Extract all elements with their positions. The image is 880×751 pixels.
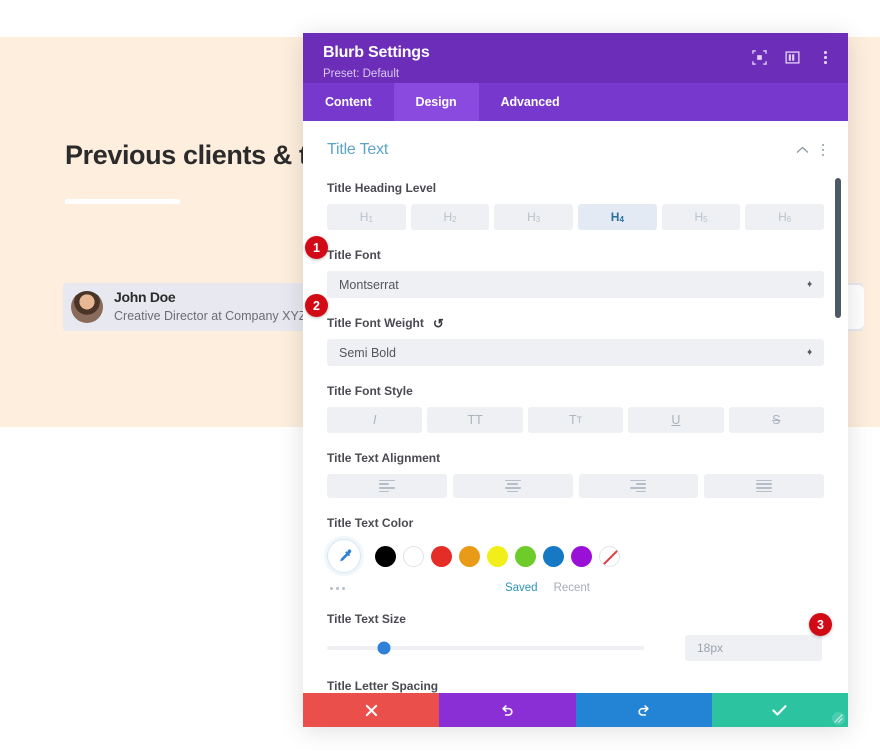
swatch-orange[interactable] xyxy=(459,545,480,567)
heading-level-h4[interactable]: H4 xyxy=(578,204,657,230)
heading-level-h6[interactable]: H6 xyxy=(745,204,825,230)
heading-level-h5[interactable]: H5 xyxy=(661,204,741,230)
callout-badge-2: 2 xyxy=(305,294,328,317)
page-title: Previous clients & the xyxy=(65,140,339,170)
title-text-size-row: 18px xyxy=(327,635,824,661)
heading-level-group: H1 H2 H3 H4 H5 H6 xyxy=(327,204,825,230)
kebab-menu-icon[interactable] xyxy=(817,49,834,66)
reset-icon[interactable]: ↺ xyxy=(433,317,444,330)
blurb-role: Creative Director at Company XYZ xyxy=(114,309,307,323)
title-text-size-slider[interactable] xyxy=(327,641,644,655)
color-swatch-row xyxy=(327,539,824,573)
cancel-button[interactable] xyxy=(303,693,440,727)
title-font-weight-select[interactable]: Semi Bold xyxy=(327,339,824,366)
title-text-alignment-label: Title Text Alignment xyxy=(327,451,441,465)
align-left-icon[interactable] xyxy=(327,474,447,498)
swatch-yellow[interactable] xyxy=(487,545,508,567)
select-arrows-icon: ▲ ▼ xyxy=(806,279,813,289)
tab-design[interactable]: Design xyxy=(393,83,479,121)
swatch-blue[interactable] xyxy=(543,545,564,567)
modal-title: Blurb Settings xyxy=(323,44,430,61)
swatch-transparent[interactable] xyxy=(599,545,620,567)
header-actions xyxy=(751,49,834,66)
palette-tab-saved[interactable]: Saved xyxy=(505,582,538,594)
screen: Previous clients & the John Doe Creative… xyxy=(0,0,880,751)
save-button[interactable] xyxy=(711,693,848,727)
tab-content[interactable]: Content xyxy=(303,83,394,121)
redo-button[interactable] xyxy=(575,693,712,727)
section-kebab-menu-icon[interactable] xyxy=(821,143,824,157)
modal-scrollbar[interactable] xyxy=(835,178,841,318)
swatch-green[interactable] xyxy=(515,545,536,567)
heading-level-h3[interactable]: H3 xyxy=(494,204,574,230)
section-header: Title Text xyxy=(327,121,824,163)
heading-level-h1[interactable]: H1 xyxy=(327,204,406,230)
swatch-black[interactable] xyxy=(375,545,396,567)
modal-tabs: Content Design Advanced xyxy=(303,83,848,121)
fullscreen-icon[interactable] xyxy=(751,49,768,66)
callout-badge-3: 3 xyxy=(809,613,832,636)
title-text-size-value[interactable]: 18px xyxy=(685,635,822,661)
title-font-select[interactable]: Montserrat xyxy=(327,271,824,298)
palette-tab-recent[interactable]: Recent xyxy=(554,582,590,594)
swatch-white[interactable] xyxy=(403,545,424,567)
layout-columns-icon[interactable] xyxy=(784,49,801,66)
modal-footer xyxy=(303,693,848,727)
title-font-select-wrap: Montserrat ▲ ▼ xyxy=(327,271,824,298)
align-center-icon[interactable] xyxy=(452,474,573,498)
title-font-weight-label-text: Title Font Weight xyxy=(327,316,424,330)
font-style-underline-icon[interactable]: U xyxy=(628,407,724,433)
page-top-band xyxy=(0,0,880,37)
slider-thumb[interactable] xyxy=(377,641,391,655)
heading-level-label: Title Heading Level xyxy=(327,181,437,195)
callout-badge-1: 1 xyxy=(305,236,328,259)
eyedropper-icon[interactable] xyxy=(327,539,361,573)
modal-header: Blurb Settings Preset: Default xyxy=(303,33,848,83)
tab-advanced[interactable]: Advanced xyxy=(479,83,582,121)
more-dots-icon[interactable] xyxy=(330,586,345,590)
palette-tabs: Saved Recent xyxy=(505,582,590,594)
align-justify-icon[interactable] xyxy=(704,474,824,498)
title-divider xyxy=(65,199,180,204)
swatch-red[interactable] xyxy=(431,545,452,567)
font-style-smallcaps-icon[interactable]: TT xyxy=(527,407,624,433)
palette-meta-row: Saved Recent xyxy=(327,582,824,594)
title-text-size-label: Title Text Size xyxy=(327,612,406,626)
align-right-icon[interactable] xyxy=(578,474,699,498)
preset-selector[interactable]: Preset: Default xyxy=(323,68,399,80)
font-style-uppercase-icon[interactable]: TT xyxy=(427,407,523,433)
title-font-style-label: Title Font Style xyxy=(327,384,413,398)
font-style-strikethrough-icon[interactable]: S xyxy=(728,407,825,433)
font-style-italic-icon[interactable]: I xyxy=(327,407,423,433)
avatar xyxy=(71,291,103,323)
section-tools xyxy=(796,143,824,157)
section-title: Title Text xyxy=(327,141,389,158)
undo-button[interactable] xyxy=(439,693,576,727)
chevron-up-icon[interactable] xyxy=(796,144,809,156)
resize-handle-icon[interactable] xyxy=(832,712,845,725)
title-text-color-label: Title Text Color xyxy=(327,516,414,530)
title-font-style-group: I TT TT U S xyxy=(327,407,825,433)
title-font-weight-label: Title Font Weight ↺ xyxy=(327,316,824,330)
blurb-settings-modal: Blurb Settings Preset: Default Content D… xyxy=(303,33,848,727)
select-arrows-icon: ▲ ▼ xyxy=(806,347,813,357)
title-font-label: Title Font xyxy=(327,248,381,262)
modal-body: Title Text Title Heading Level H1 H2 H3 … xyxy=(303,121,848,693)
swatch-purple[interactable] xyxy=(571,545,592,567)
heading-level-h2[interactable]: H2 xyxy=(410,204,490,230)
title-font-weight-select-wrap: Semi Bold ▲ ▼ xyxy=(327,339,824,366)
blurb-name: John Doe xyxy=(114,289,176,305)
title-text-alignment-group xyxy=(327,474,824,498)
title-letter-spacing-label: Title Letter Spacing xyxy=(327,679,439,693)
